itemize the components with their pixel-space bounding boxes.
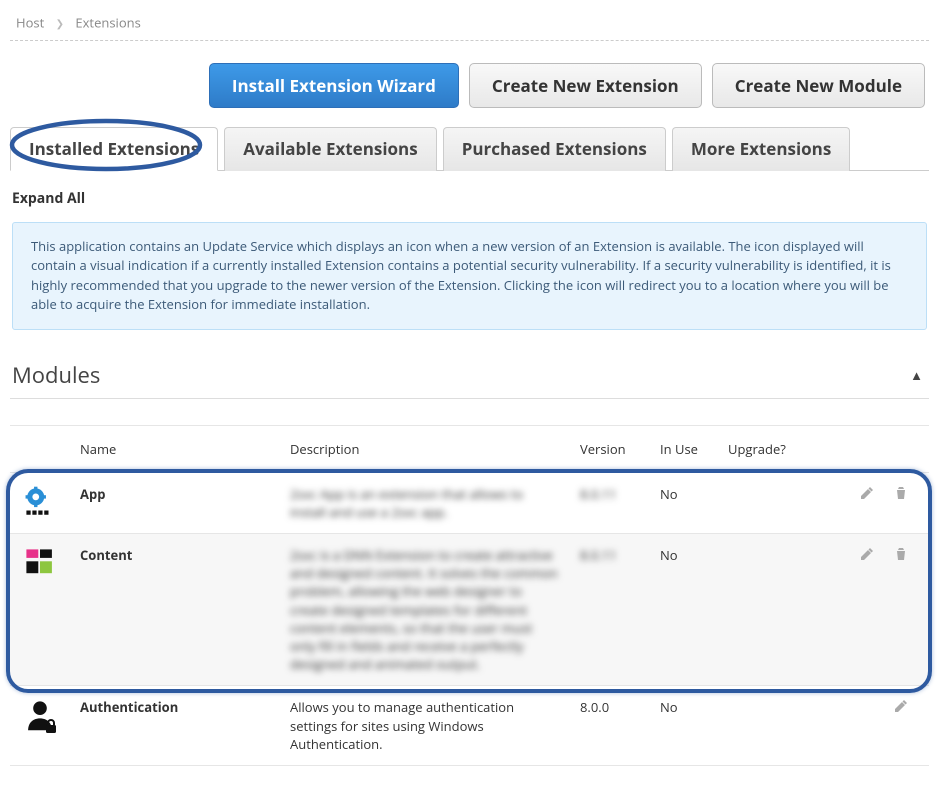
row-version: 8.0.0 [570, 686, 650, 728]
row-version: 8.0.11 [570, 534, 650, 576]
content-blocks-icon [23, 546, 57, 580]
tab-installed-extensions[interactable]: Installed Extensions [10, 127, 218, 171]
row-in-use: No [650, 534, 718, 576]
info-message: This application contains an Update Serv… [12, 222, 927, 330]
table-row: Content 2sxc is a DNN Extension to creat… [10, 533, 929, 685]
row-version: 8.0.11 [570, 473, 650, 515]
table-row: App 2sxc App is an extension that allows… [10, 472, 929, 533]
delete-icon[interactable] [893, 485, 909, 501]
chevron-right-icon: ❯ [56, 16, 64, 30]
col-in-use: In Use [650, 426, 718, 472]
modules-grid: Name Description Version In Use Upgrade?… [10, 425, 929, 766]
row-name: App [70, 473, 280, 515]
row-in-use: No [650, 686, 718, 728]
row-description: 2sxc is a DNN Extension to create attrac… [280, 534, 570, 685]
install-extension-wizard-button[interactable]: Install Extension Wizard [209, 63, 459, 108]
col-upgrade: Upgrade? [718, 426, 848, 472]
section-header-modules[interactable]: Modules ▲ [10, 352, 929, 399]
action-buttons: Install Extension Wizard Create New Exte… [10, 63, 929, 108]
col-version: Version [570, 426, 650, 472]
row-in-use: No [650, 473, 718, 515]
edit-icon[interactable] [893, 698, 909, 714]
tab-available-extensions[interactable]: Available Extensions [224, 127, 436, 171]
delete-icon[interactable] [893, 546, 909, 562]
chevron-up-icon: ▲ [910, 366, 923, 384]
app-gear-icon [23, 485, 57, 519]
row-description: Allows you to manage authentication sett… [280, 686, 570, 765]
expand-all-link[interactable]: Expand All [10, 171, 929, 222]
tab-purchased-extensions[interactable]: Purchased Extensions [443, 127, 666, 171]
breadcrumb: Host ❯ Extensions [10, 10, 929, 40]
tab-more-extensions[interactable]: More Extensions [672, 127, 850, 171]
table-header: Name Description Version In Use Upgrade? [10, 425, 929, 472]
row-description: 2sxc App is an extension that allows to … [280, 473, 570, 533]
row-name: Content [70, 534, 280, 576]
table-row: Authentication Allows you to manage auth… [10, 685, 929, 765]
col-description: Description [280, 426, 570, 472]
create-new-extension-button[interactable]: Create New Extension [469, 63, 702, 108]
tabs: Installed Extensions Available Extension… [10, 126, 929, 171]
breadcrumb-root[interactable]: Host [16, 14, 44, 32]
edit-icon[interactable] [859, 485, 875, 501]
section-title: Modules [12, 360, 100, 390]
breadcrumb-current: Extensions [75, 14, 140, 32]
row-name: Authentication [70, 686, 280, 728]
edit-icon[interactable] [859, 546, 875, 562]
user-lock-icon [23, 698, 57, 732]
col-name: Name [70, 426, 280, 472]
create-new-module-button[interactable]: Create New Module [712, 63, 925, 108]
